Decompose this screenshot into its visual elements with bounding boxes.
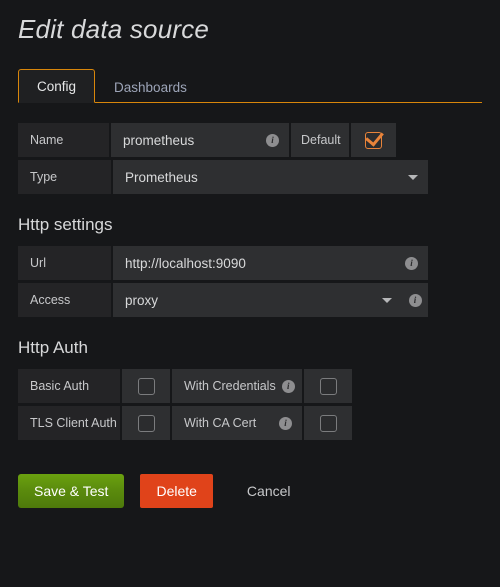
info-icon[interactable]: i — [405, 256, 418, 270]
save-and-test-button[interactable]: Save & Test — [18, 474, 125, 508]
with-credentials-checkbox[interactable] — [319, 377, 337, 395]
url-label: Url — [18, 246, 111, 280]
chevron-down-icon[interactable] — [382, 297, 392, 303]
tab-bar: Config Dashboards — [18, 68, 482, 103]
url-input-value: http://localhost:9090 — [125, 255, 246, 271]
info-icon[interactable]: i — [279, 416, 292, 430]
access-select[interactable]: proxy — [113, 283, 402, 317]
chevron-down-icon[interactable] — [408, 174, 418, 180]
tab-config[interactable]: Config — [18, 68, 96, 103]
access-info-cell: i — [402, 283, 428, 317]
page-title: Edit data source — [18, 14, 210, 44]
with-credentials-label: With Credentials — [184, 379, 276, 393]
basic-auth-label: Basic Auth — [18, 369, 120, 403]
basic-auth-checkbox[interactable] — [137, 377, 155, 395]
with-ca-cert-cell: With CA Cert i — [172, 406, 302, 440]
tls-client-auth-checkbox-cell[interactable] — [122, 406, 170, 440]
row-access: Access proxy i — [18, 283, 428, 317]
with-ca-cert-label: With CA Cert — [184, 416, 257, 430]
with-ca-cert-checkbox-cell[interactable] — [304, 406, 352, 440]
tls-client-auth-checkbox[interactable] — [137, 414, 155, 432]
access-label: Access — [18, 283, 111, 317]
url-input[interactable]: http://localhost:9090 i — [113, 246, 428, 280]
with-credentials-checkbox-cell[interactable] — [304, 369, 352, 403]
http-auth-heading: Http Auth — [18, 338, 88, 357]
http-auth-section: Http Auth Basic Auth With Credentials i … — [18, 337, 482, 440]
type-select-value: Prometheus — [125, 169, 198, 185]
info-icon[interactable]: i — [266, 133, 279, 147]
basic-auth-checkbox-cell[interactable] — [122, 369, 170, 403]
with-ca-cert-checkbox[interactable] — [319, 414, 337, 432]
http-settings-section: Http settings Url http://localhost:9090 … — [18, 214, 482, 317]
default-checkbox-cell[interactable] — [351, 123, 396, 157]
action-bar: Save & Test Delete Cancel — [18, 474, 482, 508]
edit-data-source-page: Edit data source Config Dashboards Name … — [0, 0, 500, 587]
name-label: Name — [18, 123, 109, 157]
name-input[interactable]: prometheus i — [111, 123, 289, 157]
info-icon[interactable]: i — [408, 293, 422, 307]
row-type: Type Prometheus — [18, 160, 428, 194]
tab-config-label: Config — [37, 78, 77, 94]
tls-client-auth-label: TLS Client Auth — [18, 406, 120, 440]
default-label: Default — [291, 123, 349, 157]
row-url: Url http://localhost:9090 i — [18, 246, 428, 280]
info-icon[interactable]: i — [281, 379, 295, 393]
type-select[interactable]: Prometheus — [113, 160, 428, 194]
row-name: Name prometheus i Default — [18, 123, 396, 157]
tab-dashboards[interactable]: Dashboards — [95, 70, 206, 104]
type-label: Type — [18, 160, 111, 194]
row-basic-auth: Basic Auth With Credentials i — [18, 369, 396, 403]
tab-dashboards-label: Dashboards — [114, 79, 187, 95]
row-tls-client-auth: TLS Client Auth With CA Cert i — [18, 406, 396, 440]
default-checkbox[interactable] — [365, 131, 382, 149]
delete-button[interactable]: Delete — [140, 474, 213, 508]
cancel-button[interactable]: Cancel — [231, 474, 307, 508]
with-credentials-cell: With Credentials i — [172, 369, 302, 403]
name-input-value: prometheus — [123, 132, 195, 148]
general-settings-section: Name prometheus i Default Type Prometheu… — [18, 123, 482, 194]
http-settings-heading: Http settings — [18, 215, 113, 234]
access-select-value: proxy — [125, 292, 159, 308]
